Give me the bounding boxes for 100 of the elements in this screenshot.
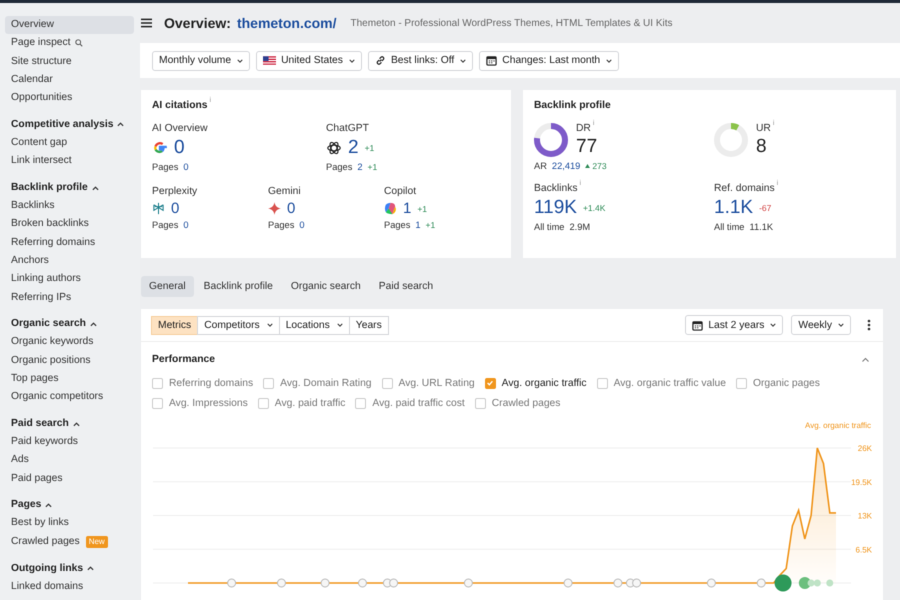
sidebar-section-header[interactable]: Paid search	[5, 415, 134, 434]
y-axis-label: 19.5K	[851, 478, 872, 487]
sidebar-section-header[interactable]: Competitive analysis	[5, 116, 134, 134]
filter-dropdown[interactable]: Monthly volume	[152, 50, 250, 70]
segment-button[interactable]: Locations	[278, 316, 350, 334]
caret-icon	[90, 320, 97, 328]
filter-dropdown[interactable]: Best links: Off	[368, 50, 474, 70]
sidebar-item[interactable]: Opportunities	[5, 89, 134, 108]
rating-donut	[534, 123, 568, 157]
check-icon	[486, 379, 494, 387]
chevron-down-icon	[348, 58, 355, 64]
sidebar-item[interactable]: Crawled pages New	[5, 532, 134, 552]
sidebar-item[interactable]: Anchors	[5, 252, 134, 270]
sidebar-item[interactable]: Ads	[5, 451, 134, 470]
citation-count[interactable]: 0	[171, 200, 180, 217]
metric-checkbox[interactable]: Referring domains	[152, 378, 254, 388]
sidebar-section-header[interactable]: Organic search	[5, 315, 134, 334]
citation-count[interactable]: 1	[403, 200, 412, 217]
chevron-down-icon	[770, 322, 776, 328]
sidebar-section-header[interactable]: Pages	[5, 496, 134, 514]
metric-checkbox[interactable]: Organic pages	[736, 378, 820, 388]
citation-count[interactable]: 0	[174, 137, 185, 159]
chevron-down-icon	[336, 322, 343, 328]
pages-count[interactable]: 0	[299, 220, 305, 230]
source-name: Copilot	[384, 186, 418, 197]
triangle-up-icon	[585, 164, 590, 168]
sidebar-item[interactable]: Page inspect	[5, 34, 134, 53]
metric-checkbox[interactable]: Avg. paid traffic	[258, 398, 346, 408]
tab[interactable]: Paid search	[370, 276, 442, 297]
metric-checkbox[interactable]: Avg. organic traffic value	[596, 378, 726, 388]
page-title: Overview:	[164, 15, 231, 31]
more-icon[interactable]	[867, 319, 871, 331]
period-dropdown[interactable]: Last 2 years	[685, 315, 784, 335]
tab[interactable]: General	[141, 276, 194, 297]
sidebar-item[interactable]: Organic competitors	[5, 388, 134, 407]
stat-value[interactable]: 119K	[534, 197, 577, 219]
flag-icon	[263, 56, 276, 65]
change-value: +1.4K	[582, 203, 606, 213]
segment-button[interactable]: Metrics	[151, 316, 198, 334]
sidebar-item[interactable]: Best by links	[5, 514, 134, 533]
caret-icon	[92, 184, 99, 192]
stat-value[interactable]: 1.1K	[714, 197, 754, 219]
metric-checkbox[interactable]: Avg. Impressions	[152, 398, 248, 408]
metric-checkbox[interactable]: Avg. organic traffic	[484, 378, 587, 388]
sidebar-item[interactable]: Paid keywords	[5, 433, 134, 452]
perplexity-icon	[152, 202, 165, 215]
sidebar-item[interactable]: Linking authors	[5, 270, 134, 289]
sidebar-item[interactable]: Site structure	[5, 52, 134, 71]
sidebar-item[interactable]: Backlinks	[5, 197, 134, 216]
pages-label: Pages	[152, 162, 178, 172]
card-title: Backlink profile	[534, 100, 611, 111]
sidebar-item[interactable]: Referring IPs	[5, 288, 134, 307]
sidebar-section-header[interactable]: Outgoing links	[5, 560, 134, 578]
metric-checkbox[interactable]: Avg. paid traffic cost	[355, 398, 465, 408]
link-icon	[374, 55, 386, 66]
tab[interactable]: Organic search	[282, 276, 369, 297]
sidebar-item[interactable]: Content gap	[5, 134, 134, 152]
sidebar-item[interactable]: Top pages	[5, 370, 134, 388]
y-axis-label: 6.5K	[856, 545, 872, 554]
source-name: AI Overview	[152, 123, 209, 134]
domain-link[interactable]: themeton.com/	[236, 15, 337, 31]
pages-count[interactable]: 2	[357, 162, 363, 172]
filter-dropdown[interactable]: Changes: Last month	[479, 50, 620, 70]
tab[interactable]: Backlink profile	[196, 276, 281, 297]
all-time-value: 11.1K	[749, 222, 774, 232]
chevron-down-icon	[266, 322, 273, 328]
citation-count[interactable]: 2	[348, 137, 359, 159]
pages-count[interactable]: 0	[183, 220, 189, 230]
change-value: -67	[759, 203, 772, 213]
menu-icon[interactable]	[141, 18, 152, 28]
stat-label: Ref. domains	[714, 183, 775, 194]
ar-label: AR	[534, 161, 547, 171]
sidebar-item[interactable]: Organic keywords	[5, 333, 134, 352]
stat-label: Backlinks	[534, 183, 578, 194]
sidebar-item[interactable]: Referring domains	[5, 234, 134, 252]
segment-button[interactable]: Competitors	[197, 316, 280, 334]
all-time-value: 2.9M	[569, 222, 590, 232]
pages-label: Pages	[268, 220, 294, 230]
segment-button[interactable]: Years	[348, 316, 389, 334]
pages-label: Pages	[384, 220, 410, 230]
sidebar-item[interactable]: Broken backlinks	[5, 215, 134, 234]
sidebar-item[interactable]: Calendar	[5, 70, 134, 90]
citation-count[interactable]: 0	[287, 200, 296, 217]
metric-checkbox[interactable]: Avg. URL Rating	[382, 378, 475, 388]
metric-checkbox[interactable]: Crawled pages	[474, 398, 560, 408]
filter-dropdown[interactable]: United States	[256, 50, 362, 70]
y-axis-label: 26K	[858, 444, 872, 453]
sidebar-item[interactable]: Organic positions	[5, 352, 134, 370]
collapse-icon[interactable]	[861, 356, 870, 362]
pages-count[interactable]: 0	[183, 162, 189, 172]
sidebar-item[interactable]: Link intersect	[5, 152, 134, 171]
sidebar-item[interactable]: Paid pages	[5, 470, 134, 488]
calendar-icon	[486, 55, 498, 66]
sidebar-item[interactable]: Linked domains	[5, 578, 134, 596]
interval-dropdown[interactable]: Weekly	[791, 315, 851, 335]
sidebar-section-header[interactable]: Backlink profile	[5, 179, 134, 198]
pages-count[interactable]: 1	[415, 220, 421, 230]
sparkle-icon	[268, 202, 281, 215]
metric-checkbox[interactable]: Avg. Domain Rating	[263, 378, 372, 388]
sidebar-item[interactable]: Overview	[5, 16, 134, 34]
